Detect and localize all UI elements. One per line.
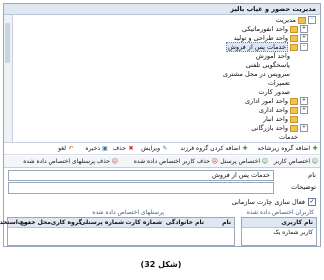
folder-icon (291, 97, 299, 105)
column-header-name[interactable]: نام (223, 218, 232, 227)
tree-node[interactable]: خدمات (280, 133, 299, 142)
column-header-card-number[interactable]: شماره کارت (127, 218, 164, 227)
column-header-personnel-number[interactable]: شماره پرسنلی (81, 218, 125, 227)
tree-node[interactable]: واحد آموزش (257, 52, 291, 61)
column-header-work-group[interactable]: گروه کاری (52, 218, 83, 227)
column-header-family[interactable]: نام خانوادگی (167, 218, 205, 227)
folder-icon (291, 43, 299, 51)
org-chart-checkbox[interactable]: ✓ (309, 198, 317, 206)
column-header-username[interactable]: نام کاربری (243, 218, 317, 228)
group-management-window: مدیریت حضور و غیاب بالیز -مدیریت +واحد ا… (0, 3, 322, 247)
figure-caption: (شکل 32) (141, 260, 183, 269)
remove-user-icon: ☹ (212, 157, 219, 165)
folder-icon (291, 25, 299, 33)
tree-node[interactable]: واحد انبار (264, 115, 299, 124)
org-chart-label: فعال سازی چارت سازمانی (232, 198, 306, 206)
cancel-button[interactable]: ↶لغو (59, 145, 75, 153)
assigned-users-grid: کاربران اختصاص داده شده نام کاربری کاربر… (242, 209, 318, 246)
cancel-icon: ↶ (69, 144, 75, 152)
save-icon: ▣ (103, 144, 109, 152)
assigned-personnel-grid: پرسنلهای اختصاص داده شده نام نام خانوادگ… (0, 209, 236, 246)
tree-node[interactable]: -مدیریت (277, 16, 317, 25)
description-label: توضیحات (292, 183, 317, 191)
remove-personnel-button[interactable]: ☹حذف پرسنلهای اختصاص داده شده (24, 157, 119, 166)
folder-icon (299, 16, 307, 24)
org-chart-toggle[interactable]: ✓فعال سازی چارت سازمانی (233, 198, 317, 206)
tree-header-title: مدیریت حضور و غیاب بالیز (231, 5, 317, 13)
edit-icon: ✎ (163, 144, 169, 152)
tree-node[interactable]: +واحد امور اداری (246, 97, 309, 106)
tree-scrollbar[interactable] (5, 15, 14, 142)
tree-node-selected[interactable]: -خدمات پس از فروش (226, 42, 309, 52)
folder-icon (291, 115, 299, 123)
expand-toggle-icon[interactable]: + (301, 34, 309, 42)
tree-node[interactable]: پاسخگویی تلفنی (247, 61, 291, 70)
folder-icon (291, 106, 299, 114)
delete-button[interactable]: ✖حذف (114, 145, 135, 153)
tree-node[interactable]: +واحد انفورماتیکی (243, 25, 309, 34)
user-icon: ☺ (312, 157, 319, 165)
personnel-grid-header: نام نام خانوادگی شماره کارت شماره پرسنلی… (0, 218, 235, 228)
delete-icon: ✖ (129, 144, 135, 152)
tree-node[interactable]: تعمیرات (269, 79, 291, 88)
remove-personnel-icon: ☹ (112, 157, 119, 165)
add-icon: ✚ (243, 144, 249, 152)
tree-node[interactable]: صدور کارت (259, 88, 291, 97)
save-button[interactable]: ▣ذخیره (86, 145, 109, 153)
tree-toolbar: ✚اضافه گروه زیرشاخه ✚اضافه کردن گروه فرز… (5, 144, 321, 155)
add-child-group-button[interactable]: ✚اضافه کردن گروه فرزند (181, 145, 249, 153)
add-subgroup-button[interactable]: ✚اضافه گروه زیرشاخه (259, 145, 319, 153)
collapse-toggle-icon[interactable]: - (301, 43, 309, 51)
add-icon: ✚ (313, 144, 319, 152)
group-tree-panel: مدیریت حضور و غیاب بالیز -مدیریت +واحد ا… (5, 4, 321, 143)
assignment-toolbar: ☺اختصاص کاربر ☺اختصاص پرسنل ☹حذف کاربر ا… (5, 156, 321, 168)
expand-toggle-icon[interactable]: + (301, 106, 309, 114)
expand-toggle-icon[interactable]: + (301, 25, 309, 33)
collapse-toggle-icon[interactable]: - (309, 16, 317, 24)
folder-icon (291, 34, 299, 42)
tree-header: مدیریت حضور و غیاب بالیز (5, 4, 321, 15)
expand-toggle-icon[interactable]: + (301, 97, 309, 105)
assign-user-button[interactable]: ☺اختصاص کاربر (275, 157, 319, 166)
assigned-users-caption: کاربران اختصاص داده شده (247, 209, 315, 216)
scrollbar-thumb[interactable] (6, 23, 11, 63)
column-header-employment-type[interactable]: نوع استخدام (0, 218, 31, 227)
expand-toggle-icon[interactable]: + (301, 124, 309, 132)
remove-user-button[interactable]: ☹حذف کاربر اختصاص داده شده (135, 157, 219, 166)
tree-node[interactable]: +واحد بازرگانی (252, 124, 309, 133)
name-field[interactable]: خدمات پس از فروش (9, 170, 275, 181)
folder-icon (291, 124, 299, 132)
name-label: نام (309, 171, 317, 179)
description-field[interactable] (9, 182, 275, 194)
personnel-icon: ☺ (262, 157, 269, 165)
assigned-personnel-caption: پرسنلهای اختصاص داده شده (93, 209, 165, 216)
table-row[interactable]: کاربر شماره یک (243, 228, 317, 237)
assign-personnel-button[interactable]: ☺اختصاص پرسنل (221, 157, 269, 166)
edit-button[interactable]: ✎ویرایش (142, 145, 169, 153)
tree-node[interactable]: سرویس در محل مشتری (224, 70, 291, 79)
tree-node[interactable]: +واحد اداری (260, 106, 309, 115)
